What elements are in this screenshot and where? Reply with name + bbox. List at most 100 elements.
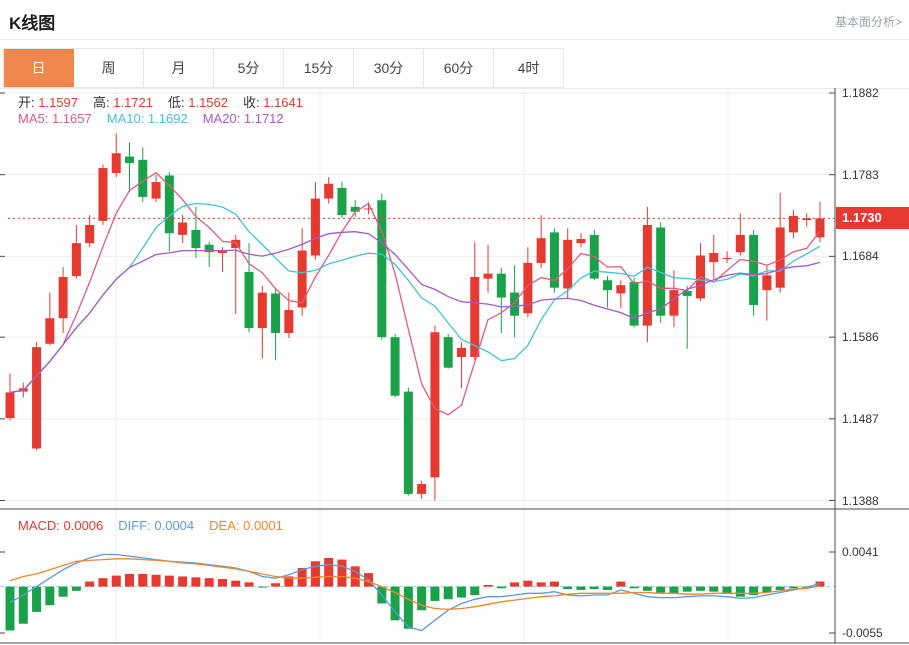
candle-body (444, 337, 453, 368)
candle-body (537, 238, 546, 263)
candle (85, 215, 94, 247)
macd-bar (550, 582, 559, 587)
candle-body (138, 160, 147, 197)
candle-body (258, 293, 267, 328)
candle (165, 172, 174, 251)
candle (430, 326, 439, 501)
candle (696, 243, 705, 301)
macd-bar (45, 587, 54, 606)
candle (72, 225, 81, 279)
macd-bar (430, 587, 439, 601)
candle-body (191, 230, 200, 248)
candle-body (417, 484, 426, 494)
header: K线图 基本面分析> (0, 0, 909, 40)
candle-body (125, 157, 134, 164)
candle-body (404, 392, 413, 494)
fundamental-analysis-link[interactable]: 基本面分析> (835, 13, 902, 30)
candle (802, 213, 811, 226)
candles (6, 133, 825, 500)
macd-bar (603, 587, 612, 590)
kline-chart[interactable] (0, 88, 909, 645)
macd-bar (457, 587, 466, 598)
candle (550, 228, 559, 292)
candle-body (576, 239, 585, 243)
candle-body (165, 175, 174, 233)
macd-bar (789, 587, 798, 589)
candle (643, 207, 652, 342)
candle-body (72, 243, 81, 276)
candle-body (59, 277, 68, 318)
tab-daily[interactable]: 日 (4, 49, 74, 87)
macd-bar (6, 587, 15, 631)
candle (709, 235, 718, 279)
price-axis-label: 1.1882 (842, 86, 879, 100)
candle (178, 215, 187, 243)
macd-bar (444, 587, 453, 600)
macd-bar (138, 574, 147, 587)
macd-bar (484, 585, 493, 587)
macd-bar (683, 587, 692, 592)
macd-bar (616, 582, 625, 587)
candle-body (271, 293, 280, 333)
candle (311, 182, 320, 260)
macd-bar (656, 587, 665, 593)
macd-bar (125, 574, 134, 587)
macd-bar (736, 587, 745, 597)
candle-body (178, 223, 187, 235)
candle (417, 481, 426, 499)
candle (444, 334, 453, 369)
candle-body (324, 184, 333, 199)
candle-body (643, 225, 652, 326)
candle (537, 215, 546, 268)
candle-body (457, 348, 466, 357)
tab-5min[interactable]: 5分 (214, 49, 284, 87)
macd-bar (351, 566, 360, 586)
macd-bar (152, 575, 161, 587)
macd-bar (404, 587, 413, 629)
macd-bar (576, 587, 585, 590)
macd-bar (218, 579, 227, 587)
macd-bar (669, 587, 678, 594)
candle-body (603, 280, 612, 290)
macd-bar (563, 587, 572, 590)
macd-bar (19, 587, 28, 624)
macd-bar (231, 581, 240, 587)
macd-bar (630, 587, 639, 589)
candle-body (85, 225, 94, 243)
macd-bar (191, 577, 200, 586)
candle (523, 247, 532, 317)
candle-body (484, 274, 493, 279)
macd-bar (337, 560, 346, 587)
candle (125, 142, 134, 191)
tab-60min[interactable]: 60分 (424, 49, 494, 87)
macd-bar (178, 576, 187, 586)
tab-15min[interactable]: 15分 (284, 49, 354, 87)
macd-bar (165, 576, 174, 587)
macd-axis-label: 0.0041 (842, 545, 879, 559)
macd-bar (709, 587, 718, 592)
candle (271, 289, 280, 361)
macd-bar (112, 576, 121, 587)
period-tabbar: 日周月5分15分30分60分4时 (3, 48, 564, 88)
macd-bar (723, 587, 732, 594)
macd-bar (537, 582, 546, 586)
candle (630, 278, 639, 327)
candle (32, 342, 41, 450)
candle-body (6, 392, 15, 418)
candle-body (152, 182, 161, 198)
candle-body (616, 285, 625, 293)
candle (603, 276, 612, 307)
tab-4hour[interactable]: 4时 (494, 49, 563, 87)
tab-30min[interactable]: 30分 (354, 49, 424, 87)
candle (258, 286, 267, 359)
tab-monthly[interactable]: 月 (144, 49, 214, 87)
macd-axis-label: -0.0055 (842, 626, 883, 640)
kline-widget: K线图 基本面分析> 日周月5分15分30分60分4时 开: 1.1597高: … (0, 0, 909, 645)
candle (723, 251, 732, 263)
tab-weekly[interactable]: 周 (74, 49, 144, 87)
candle-body (32, 347, 41, 448)
candle-body (284, 310, 293, 333)
candle-body (112, 153, 121, 173)
candle (616, 280, 625, 308)
macd-bar (245, 582, 254, 586)
